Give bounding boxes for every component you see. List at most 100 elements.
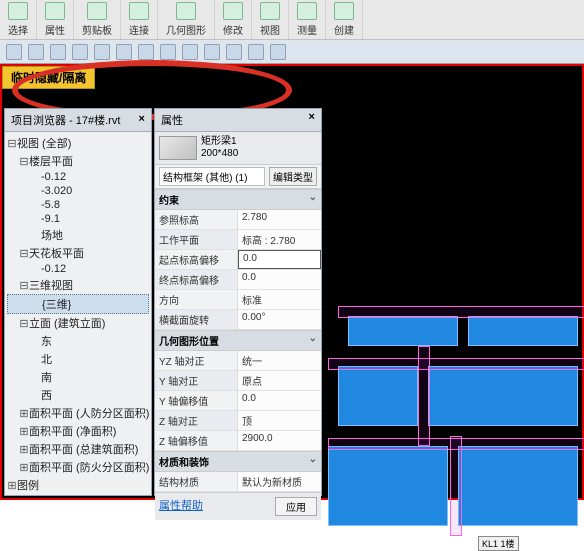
tree-node[interactable]: -5.8 — [7, 198, 149, 212]
twisty-icon[interactable]: ⊞ — [19, 425, 29, 439]
tree-node[interactable]: ⊞面积平面 (防火分区面积) — [7, 458, 149, 476]
ribbon-label: 创建 — [334, 22, 354, 37]
prop-key: Z 轴偏移值 — [155, 431, 238, 450]
tree-node[interactable]: -3.020 — [7, 184, 149, 198]
tree-label: {三维} — [42, 299, 71, 311]
twisty-icon[interactable]: ⊟ — [7, 137, 17, 151]
prop-key: Z 轴对正 — [155, 411, 238, 430]
prop-group-header[interactable]: 约束⌄ — [155, 189, 321, 210]
tree-node[interactable]: 场地 — [7, 226, 149, 244]
twisty-icon[interactable]: ⊞ — [19, 443, 29, 457]
tree-node[interactable]: ⊟立面 (建筑立面) — [7, 314, 149, 332]
tree-node[interactable]: ⊞面积平面 (总建筑面积) — [7, 440, 149, 458]
temp-hide-isolate-badge[interactable]: 临时隐藏/隔离 — [2, 66, 95, 89]
ribbon-section[interactable]: 选择 — [0, 0, 37, 39]
qat-icon[interactable] — [182, 44, 198, 60]
tree-node[interactable]: ⊟天花板平面 — [7, 244, 149, 262]
prop-value[interactable]: 默认为新材质 — [238, 472, 321, 491]
ribbon-section[interactable]: 视图 — [252, 0, 289, 39]
group-label: 几何图形位置 — [159, 333, 219, 348]
qat-icon[interactable] — [270, 44, 286, 60]
ribbon-section[interactable]: 几何图形 — [158, 0, 215, 39]
prop-value[interactable]: 原点 — [238, 371, 321, 390]
ribbon-icon — [87, 2, 107, 20]
qat-icon[interactable] — [6, 44, 22, 60]
twisty-icon[interactable]: ⊟ — [19, 247, 29, 261]
tree-node[interactable]: {三维} — [7, 294, 149, 314]
qat-icon[interactable] — [248, 44, 264, 60]
ribbon-section[interactable]: 修改 — [215, 0, 252, 39]
tree-node[interactable]: ⊞面积平面 (人防分区面积) — [7, 404, 149, 422]
ribbon-section[interactable]: 创建 — [326, 0, 363, 39]
model-geometry: KL1 1楼 — [328, 286, 584, 546]
type-selector[interactable]: 矩形梁1 200*480 — [155, 132, 321, 165]
tree-node[interactable]: ⊟三维视图 — [7, 276, 149, 294]
edit-type-button[interactable]: 编辑类型 — [269, 167, 317, 186]
ribbon-section[interactable]: 剪贴板 — [74, 0, 121, 39]
instance-filter-combo[interactable]: 结构框架 (其他) (1) — [159, 167, 265, 186]
prop-value[interactable]: 统一 — [238, 351, 321, 370]
ribbon-icon — [223, 2, 243, 20]
prop-row: Z 轴对正顶 — [155, 411, 321, 431]
tree-node[interactable]: ⊟楼层平面 — [7, 152, 149, 170]
tree-node[interactable]: -9.1 — [7, 212, 149, 226]
prop-row: Y 轴对正原点 — [155, 371, 321, 391]
prop-value[interactable]: 标高 : 2.780 — [238, 230, 321, 249]
close-icon[interactable]: × — [308, 112, 315, 128]
prop-value[interactable]: 0.0 — [238, 250, 321, 269]
tree-node[interactable]: ⊞面积平面 (净面积) — [7, 422, 149, 440]
tree-label: 北 — [41, 354, 52, 366]
ribbon-label: 测量 — [297, 22, 317, 37]
prop-row: YZ 轴对正统一 — [155, 351, 321, 371]
prop-group-header[interactable]: 材质和装饰⌄ — [155, 451, 321, 472]
project-tree[interactable]: ⊟视图 (全部)⊟楼层平面-0.12-3.020-5.8-9.1场地⊟天花板平面… — [5, 132, 151, 492]
prop-value[interactable]: 2.780 — [238, 210, 321, 229]
twisty-icon[interactable]: ⊞ — [19, 407, 29, 421]
ribbon-label: 选择 — [8, 22, 28, 37]
qat-icon[interactable] — [116, 44, 132, 60]
qat-icon[interactable] — [204, 44, 220, 60]
ribbon-icon — [45, 2, 65, 20]
tree-label: 场地 — [41, 230, 63, 242]
qat-icon[interactable] — [138, 44, 154, 60]
qat-icon[interactable] — [226, 44, 242, 60]
qat-icon[interactable] — [160, 44, 176, 60]
tree-node[interactable]: ⊟视图 (全部) — [7, 134, 149, 152]
qat-icon[interactable] — [94, 44, 110, 60]
prop-value[interactable]: 0.0 — [238, 391, 321, 410]
tree-node[interactable]: -0.12 — [7, 170, 149, 184]
prop-value[interactable]: 顶 — [238, 411, 321, 430]
tree-node[interactable]: 东 — [7, 332, 149, 350]
tree-node[interactable]: 西 — [7, 386, 149, 404]
prop-value[interactable]: 0.00° — [238, 310, 321, 329]
tree-node[interactable]: -0.12 — [7, 262, 149, 276]
qat-icon[interactable] — [72, 44, 88, 60]
twisty-icon[interactable]: ⊞ — [19, 461, 29, 475]
prop-value[interactable]: 0.0 — [238, 270, 321, 289]
tree-node[interactable]: 北 — [7, 350, 149, 368]
prop-value[interactable]: 2900.0 — [238, 431, 321, 450]
prop-row: 结构材质默认为新材质 — [155, 472, 321, 492]
tree-node[interactable]: 南 — [7, 368, 149, 386]
twisty-icon[interactable]: ⊟ — [19, 279, 29, 293]
tree-node[interactable]: ⊞图例 — [7, 476, 149, 492]
tree-label: 楼层平面 — [29, 156, 73, 168]
project-browser-title: 项目浏览器 - 17#楼.rvt — [11, 112, 120, 128]
properties-panel: 属性 × 矩形梁1 200*480 结构框架 (其他) (1) 编辑类型 约束⌄… — [154, 108, 322, 496]
ribbon-section[interactable]: 连接 — [121, 0, 158, 39]
twisty-icon[interactable]: ⊟ — [19, 317, 29, 331]
prop-key: YZ 轴对正 — [155, 351, 238, 370]
twisty-icon[interactable]: ⊞ — [7, 479, 17, 492]
prop-key: 参照标高 — [155, 210, 238, 229]
twisty-icon[interactable]: ⊟ — [19, 155, 29, 169]
quick-access-toolbar — [0, 40, 584, 64]
prop-group-header[interactable]: 几何图形位置⌄ — [155, 330, 321, 351]
properties-header: 属性 × — [155, 109, 321, 132]
prop-row: 终点标高偏移0.0 — [155, 270, 321, 290]
qat-icon[interactable] — [28, 44, 44, 60]
prop-value[interactable]: 标准 — [238, 290, 321, 309]
qat-icon[interactable] — [50, 44, 66, 60]
close-icon[interactable]: × — [138, 114, 145, 126]
ribbon-section[interactable]: 测量 — [289, 0, 326, 39]
ribbon-section[interactable]: 属性 — [37, 0, 74, 39]
